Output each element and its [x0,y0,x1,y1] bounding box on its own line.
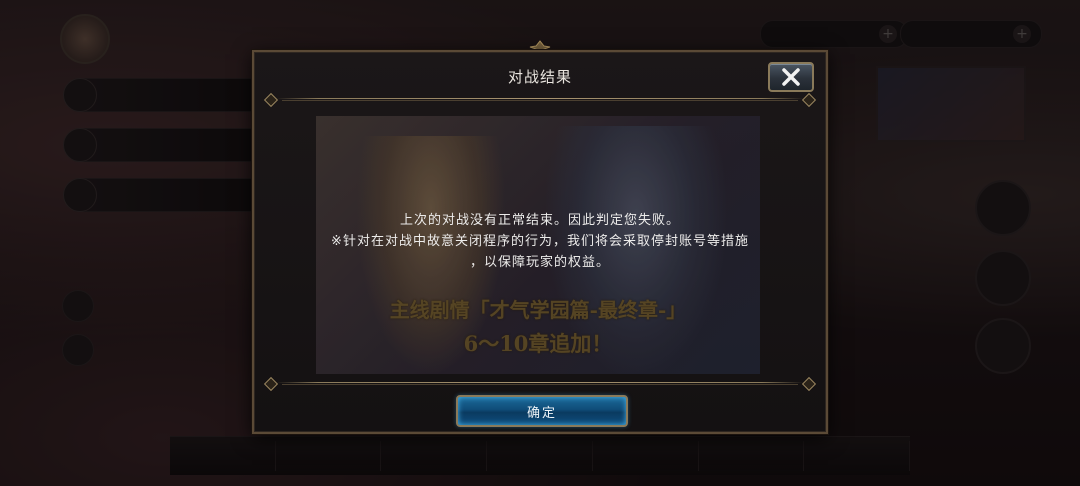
message-line: ，以保障玩家的权益。 [469,255,610,270]
battle-result-dialog: 对战结果 主线剧情「才气学园篇-最终章-」 6～10章追加！ 上次的对战没有正常… [252,50,828,434]
dialog-title: 对战结果 [507,68,572,86]
result-message: 上次的对战没有正常结束。因此判定您失败。 ※针对在对战中故意关闭程序的行为，我们… [254,210,826,273]
footer-divider [263,376,817,392]
close-button[interactable] [768,62,814,92]
dialog-header: 对战结果 [254,52,826,100]
promo-text: 主线剧情「才气学园篇-最终章-」 [389,298,687,322]
close-x-icon [782,68,800,86]
message-line: 上次的对战没有正常结束。因此判定您失败。 [399,213,680,228]
confirm-button[interactable]: 确定 [456,395,628,427]
header-divider [263,92,817,108]
promo-text: 6～10章追加！ [463,331,613,356]
message-line: ※针对在对战中故意关闭程序的行为，我们将会采取停封账号等措施 [331,234,749,249]
